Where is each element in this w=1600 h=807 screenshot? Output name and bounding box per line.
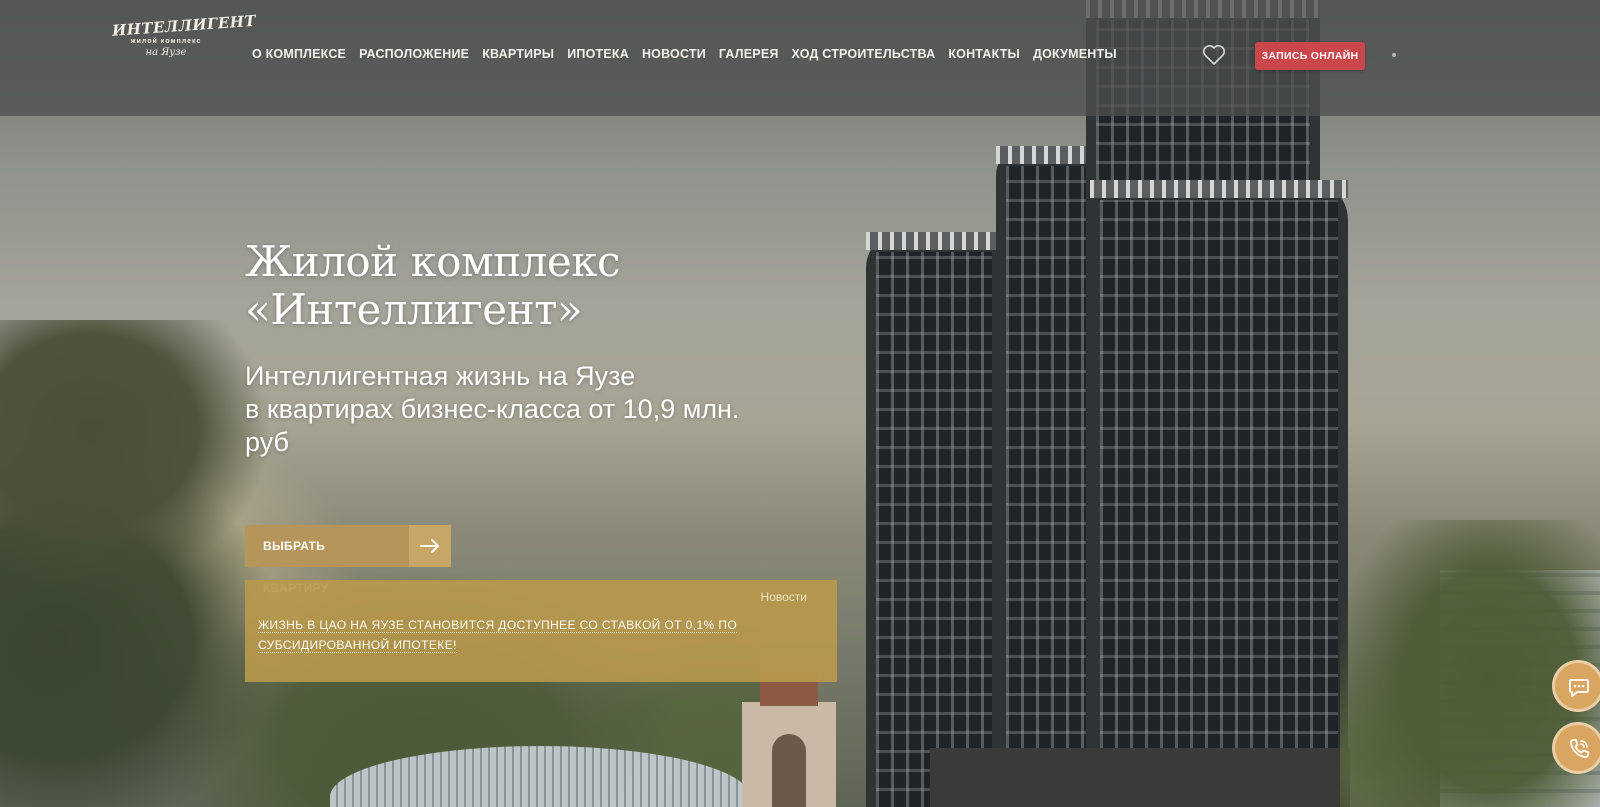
arrow-right-icon <box>409 525 451 567</box>
phone-button[interactable] <box>1552 722 1600 774</box>
choose-apartment-label: ВЫБРАТЬ КВАРТИРУ <box>245 525 409 595</box>
heart-icon[interactable] <box>1202 44 1226 66</box>
subtitle-line-2: в квартирах бизнес-класса от 10,9 млн. <box>245 394 740 424</box>
news-link-line-1: ЖИЗНЬ В ЦАО НА ЯУЗЕ СТАНОВИТСЯ ДОСТУПНЕЕ… <box>258 618 738 633</box>
chat-button[interactable] <box>1552 660 1600 712</box>
tower-right <box>1090 180 1348 807</box>
title-line-1: Жилой комплекс <box>245 237 621 286</box>
nav-item-contacts[interactable]: КОНТАКТЫ <box>948 47 1020 61</box>
nav-item-gallery[interactable]: ГАЛЕРЕЯ <box>719 47 779 61</box>
book-online-button[interactable]: ЗАПИСЬ ОНЛАЙН <box>1255 42 1365 70</box>
main-nav: О КОМПЛЕКСЕ РАСПОЛОЖЕНИЕ КВАРТИРЫ ИПОТЕК… <box>252 47 1117 61</box>
page-subtitle: Интеллигентная жизнь на Яузе в квартирах… <box>245 360 825 459</box>
logo-signature: на Яузе <box>145 47 187 58</box>
news-link-line-2: СУБСИДИРОВАННОЙ ИПОТЕКЕ! <box>258 638 457 653</box>
nav-item-mortgage[interactable]: ИПОТЕКА <box>567 47 629 61</box>
podium <box>930 748 1350 807</box>
news-label: Новости <box>760 590 807 604</box>
nav-item-location[interactable]: РАСПОЛОЖЕНИЕ <box>359 47 469 61</box>
nav-item-construction[interactable]: ХОД СТРОИТЕЛЬСТВА <box>792 47 936 61</box>
logo-title: ИНТЕЛЛИГЕНТ <box>111 11 257 40</box>
choose-apartment-button[interactable]: ВЫБРАТЬ КВАРТИРУ <box>245 525 451 595</box>
nav-item-documents[interactable]: ДОКУМЕНТЫ <box>1033 47 1117 61</box>
logo-subtitle: жилой комплекс <box>130 38 202 45</box>
phone-icon <box>1570 739 1589 758</box>
nav-item-apartments[interactable]: КВАРТИРЫ <box>482 47 554 61</box>
menu-dot-icon[interactable] <box>1392 53 1396 57</box>
subtitle-line-3: руб <box>245 427 289 457</box>
nav-item-news[interactable]: НОВОСТИ <box>642 47 706 61</box>
logo[interactable]: ИНТЕЛЛИГЕНТ жилой комплекс на Яузе <box>112 12 257 70</box>
header: ИНТЕЛЛИГЕНТ жилой комплекс на Яузе О КОМ… <box>0 0 1600 116</box>
nav-item-about[interactable]: О КОМПЛЕКСЕ <box>252 47 346 61</box>
title-line-2: «Интеллигент» <box>245 285 583 334</box>
subtitle-line-1: Интеллигентная жизнь на Яузе <box>245 361 636 391</box>
news-link[interactable]: ЖИЗНЬ В ЦАО НА ЯУЗЕ СТАНОВИТСЯ ДОСТУПНЕЕ… <box>258 615 738 655</box>
news-card: Новости ЖИЗНЬ В ЦАО НА ЯУЗЕ СТАНОВИТСЯ Д… <box>245 580 837 682</box>
tower-left <box>866 232 1002 807</box>
page-title: Жилой комплекс «Интеллигент» <box>245 237 621 334</box>
chat-bubble-icon <box>1569 679 1589 697</box>
chapel <box>742 672 836 807</box>
